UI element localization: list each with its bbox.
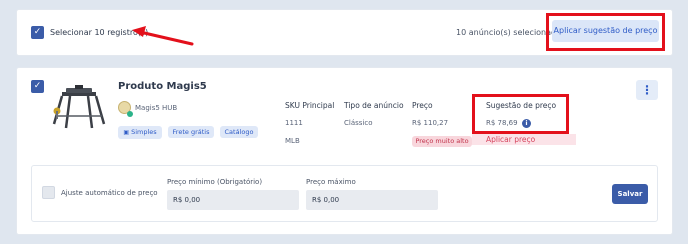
tag-simples: ▣ Simples [118, 126, 162, 139]
store-name: Magis5 HUB [135, 104, 178, 112]
apply-suggestion-button[interactable]: Aplicar sugestão de preço [552, 20, 659, 42]
max-price-label: Preço máximo [306, 178, 356, 186]
tag-catalog: Catálogo [220, 126, 258, 138]
store-status-dot [127, 111, 133, 117]
info-icon[interactable]: i [522, 119, 531, 128]
product-title: Produto Magis5 [118, 81, 207, 92]
price-suggestion-header: Sugestão de preço [486, 101, 557, 110]
price-suggestion-value: R$ 78,69 [486, 119, 518, 127]
more-options-button[interactable]: ⋮ [636, 80, 658, 100]
min-price-input[interactable] [167, 190, 299, 210]
select-all-checkbox[interactable]: ✓ [31, 26, 44, 39]
listing-type-value: Clássico [344, 119, 373, 127]
save-button[interactable]: Salvar [612, 184, 648, 204]
price-value: R$ 110,27 [412, 119, 449, 127]
tag-free-shipping: Frete grátis [168, 126, 214, 138]
auto-adjust-label: Ajuste automático de preço [61, 189, 158, 197]
kebab-icon: ⋮ [641, 83, 653, 97]
sku-value: 1111 [285, 119, 303, 127]
auto-adjust-checkbox[interactable] [42, 186, 55, 199]
max-price-input[interactable] [306, 190, 438, 210]
marketplace-code: MLB [285, 137, 300, 145]
shipping-box-icon: ▣ [123, 129, 129, 136]
product-image [52, 85, 106, 129]
apply-price-link[interactable]: Aplicar preço [486, 135, 535, 144]
price-too-high-badge: Preço muito alto [412, 136, 472, 147]
sku-header: SKU Principal [285, 101, 335, 110]
product-checkbox[interactable]: ✓ [31, 80, 44, 93]
min-price-label: Preço mínimo (Obrigatório) [167, 178, 263, 186]
listing-type-header: Tipo de anúncio [344, 101, 404, 110]
price-suggestion-highlight [472, 94, 569, 134]
annotation-arrow-icon [132, 26, 194, 46]
price-header: Preço [412, 101, 433, 110]
